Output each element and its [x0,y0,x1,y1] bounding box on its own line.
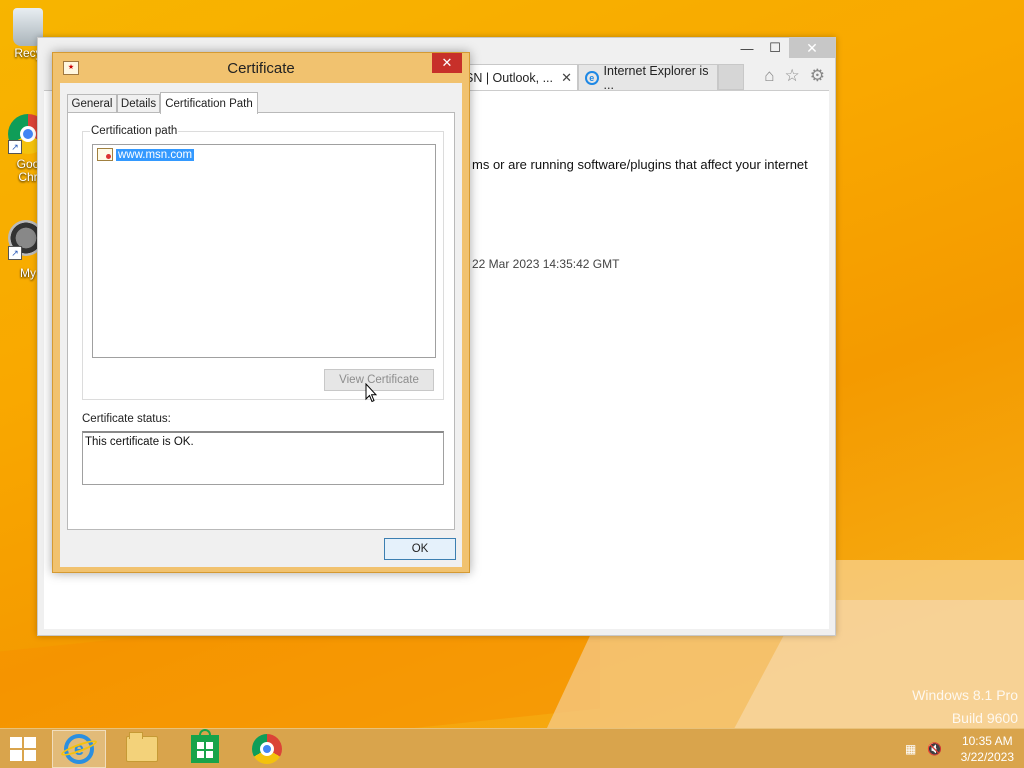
view-certificate-button[interactable]: View Certificate [324,369,434,391]
taskbar-internet-explorer[interactable]: e [52,730,106,768]
folder-icon [126,732,158,762]
shortcut-arrow-icon: ↗ [8,246,22,260]
windows-watermark: Windows 8.1 Pro Build 9600 [912,684,1018,730]
store-icon [191,729,219,763]
desktop: Recy ↗ Goo Chr ↗ My — ☐ ✕ SN | Outlook, … [0,0,1024,768]
chrome-icon [252,734,282,764]
ie-icon: e [585,70,599,85]
internet-explorer-icon: e [64,734,94,764]
close-button[interactable]: ✕ [789,38,835,58]
clock[interactable]: 10:35 AM 3/22/2023 [961,733,1014,765]
watermark-edition: Windows 8.1 Pro [912,687,1018,703]
certificate-dialog[interactable]: ★ Certificate ✕ General Details Certific… [52,52,470,573]
home-icon[interactable]: ⌂ [764,66,774,86]
page-timestamp: 22 Mar 2023 14:35:42 GMT [472,257,620,271]
clock-date: 3/22/2023 [960,750,1014,764]
certificate-icon [97,148,113,161]
windows-logo-icon [10,737,22,748]
certification-path-group: www.msn.com View Certificate [82,131,444,400]
maximize-button[interactable]: ☐ [761,38,789,58]
tab-label: Internet Explorer is ... [603,63,709,92]
ok-button[interactable]: OK [384,538,456,560]
cert-path-item-label: www.msn.com [116,148,195,161]
tab-certification-path[interactable]: Certification Path [160,92,258,114]
start-button[interactable] [10,737,38,761]
certification-path-tree[interactable]: www.msn.com [92,144,436,358]
volume-muted-icon[interactable]: 🔇 [927,742,943,756]
page-text: ms or are running software/plugins that … [472,157,808,172]
window-caption-buttons: — ☐ ✕ [733,38,835,58]
new-tab-button[interactable] [718,64,744,90]
tab-close-icon[interactable]: ✕ [561,70,572,86]
certification-path-panel: www.msn.com View Certificate Certificati… [67,112,455,530]
dialog-close-button[interactable]: ✕ [432,53,462,73]
taskbar-file-explorer[interactable] [115,730,169,768]
network-icon[interactable]: ▦ [903,742,919,756]
taskbar: e ▦ 🔇 10:35 AM 3/22/2023 [0,728,1024,768]
browser-tab-msn[interactable]: SN | Outlook, ... ✕ [458,64,578,90]
tab-label: SN | Outlook, ... [465,70,554,85]
browser-toolbar: ⌂ ☆ ⚙ [764,66,825,86]
cert-path-item[interactable]: www.msn.com [97,148,195,161]
favorites-icon[interactable]: ☆ [785,66,800,86]
taskbar-store[interactable] [178,729,232,768]
group-label: Certification path [90,125,179,137]
settings-icon[interactable]: ⚙ [810,66,825,86]
watermark-build: Build 9600 [951,710,1018,726]
browser-tab-internet-explorer[interactable]: e Internet Explorer is ... [578,63,718,92]
minimize-button[interactable]: — [733,38,761,58]
certificate-status-label: Certificate status: [82,413,171,425]
system-tray: ▦ 🔇 10:35 AM 3/22/2023 [903,729,1014,768]
tab-details[interactable]: Details [117,94,160,113]
dialog-title: Certificate [227,60,295,77]
tab-general[interactable]: General [67,94,117,113]
shortcut-arrow-icon: ↗ [8,140,22,154]
dialog-body: General Details Certification Path www.m… [60,83,462,567]
clock-time: 10:35 AM [961,734,1013,748]
certificate-status-text: This certificate is OK. [82,431,444,485]
taskbar-google-chrome[interactable] [240,730,294,768]
